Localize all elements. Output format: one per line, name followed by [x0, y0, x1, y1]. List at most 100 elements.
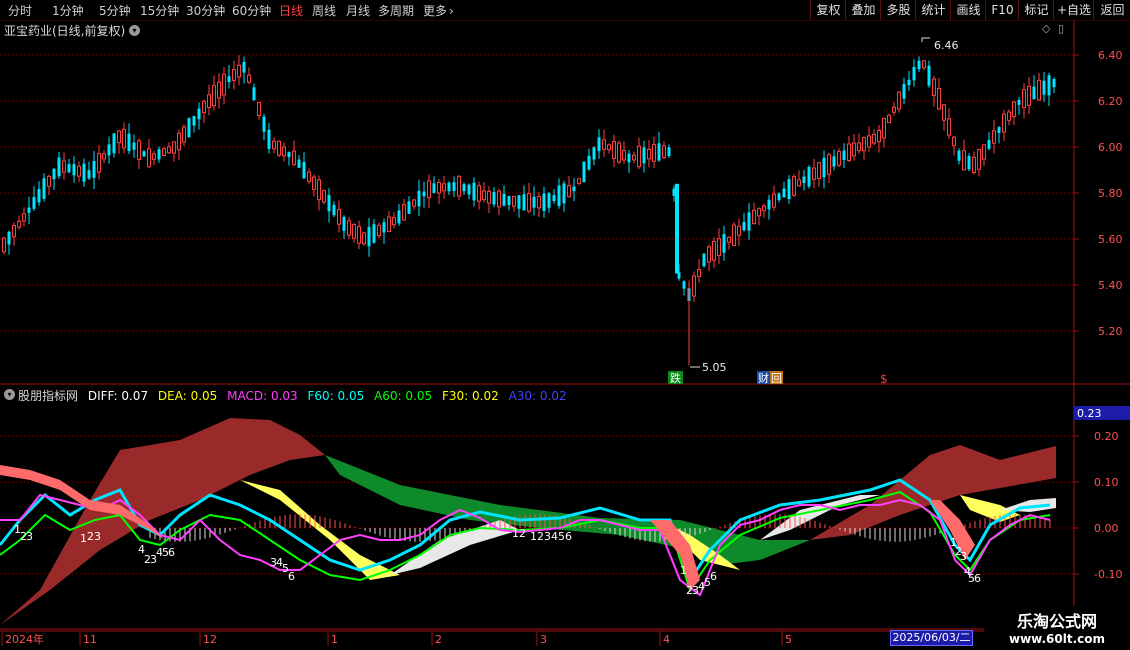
draw-line-button[interactable]: 画线: [950, 0, 986, 20]
candle-body-down: [332, 204, 336, 216]
candle-body-up: [772, 193, 776, 208]
candle-body-down: [452, 182, 456, 191]
candle-body-down: [722, 234, 726, 253]
candle-body-up: [727, 236, 731, 243]
candle-body-up: [377, 224, 381, 236]
period-weekly[interactable]: 周线: [312, 2, 336, 19]
candle-body-up: [622, 150, 626, 161]
candle-body-down: [917, 60, 921, 70]
price-tick-label: 6.40: [1098, 49, 1123, 62]
candle-body-down: [52, 168, 56, 180]
candle-body-up: [752, 209, 756, 225]
candle-body-down: [87, 170, 91, 179]
candle-body-up: [877, 129, 881, 143]
candle-body-down: [72, 164, 76, 176]
candle-body-down: [502, 193, 506, 206]
candle-body-up: [497, 190, 501, 208]
candle-body-down: [127, 133, 131, 152]
candle-body-up: [882, 117, 886, 139]
candle-body-down: [642, 147, 646, 164]
candle-body-up: [77, 165, 81, 177]
period-monthly[interactable]: 月线: [346, 2, 370, 19]
candle-body-up: [697, 269, 701, 278]
candle-body-up: [647, 148, 651, 160]
candle-body-up: [947, 118, 951, 136]
sequence-label: 6: [168, 546, 175, 559]
price-tick-label: 5.80: [1098, 187, 1123, 200]
candle-body-up: [2, 237, 6, 253]
candle-body-up: [337, 209, 341, 225]
time-label: 2024年: [5, 632, 44, 646]
candle-body-up: [1007, 111, 1011, 121]
candle-body-down: [507, 195, 511, 206]
period-more[interactable]: 更多 ›: [423, 2, 454, 19]
f10-button[interactable]: F10: [985, 0, 1019, 20]
candle-body-down: [372, 224, 376, 243]
candle-body-down: [1032, 86, 1036, 100]
period-15min[interactable]: 15分钟: [140, 2, 179, 19]
candle-body-up: [817, 162, 821, 179]
candle-body-down: [447, 182, 451, 192]
candle-body-up: [1022, 89, 1026, 109]
candle-body-up: [347, 220, 351, 236]
candle-body-down: [37, 189, 41, 203]
mark-button[interactable]: 标记: [1018, 0, 1054, 20]
time-label: 11: [83, 633, 97, 646]
candle-body-up: [692, 275, 696, 297]
candle-body-up: [717, 238, 721, 256]
candle-body-up: [827, 154, 831, 175]
event-label-buyback: 回: [771, 372, 782, 385]
multi-stock-button[interactable]: 多股: [880, 0, 916, 20]
site-watermark: 乐淘公式网 www.60lt.com: [984, 606, 1130, 650]
sequence-label: 2: [87, 530, 94, 543]
event-label-drop: 跌: [670, 371, 681, 385]
candle-body-down: [547, 192, 551, 208]
restore-rights-button[interactable]: 复权: [810, 0, 846, 20]
period-60min[interactable]: 60分钟: [232, 2, 271, 19]
sequence-label: 3: [26, 530, 33, 543]
time-label: 4: [663, 633, 670, 646]
candle-body-up: [732, 224, 736, 247]
back-button[interactable]: 返回: [1093, 0, 1130, 20]
candle-body-up: [512, 195, 516, 207]
candle-body-down: [682, 281, 686, 289]
chevron-right-icon: ›: [449, 4, 454, 18]
candle-body-up: [292, 150, 296, 166]
event-label-dividend: $: [880, 372, 888, 385]
candle-body-down: [187, 118, 191, 138]
period-5min[interactable]: 5分钟: [99, 2, 131, 19]
candle-body-down: [472, 182, 476, 201]
candle-body-up: [222, 73, 226, 96]
candle-body-up: [117, 130, 121, 144]
candle-body-down: [82, 163, 86, 182]
candle-body-up: [102, 153, 106, 160]
candle-body-down: [382, 222, 386, 233]
candle-body-up: [862, 136, 866, 152]
candle-body-down: [557, 185, 561, 206]
candle-body-up: [257, 102, 261, 116]
add-watchlist-button[interactable]: +自选: [1053, 0, 1094, 20]
candle-body-up: [122, 128, 126, 149]
candlestick-chart[interactable]: 6.40 6.20 6.00 5.80 5.60 5.40 5.20 6.46 5.05 跌 财回 $: [0, 20, 1130, 385]
sequence-label: 6: [974, 572, 981, 585]
period-30min[interactable]: 30分钟: [186, 2, 225, 19]
candle-body-up: [762, 205, 766, 212]
indicator-chart[interactable]: 0.200.100.00-0.100.2312 3 1 2 342 34 5 63 4 5612 1…: [0, 385, 1130, 630]
indicator-tick-label: 0.20: [1094, 430, 1119, 443]
candle-body-up: [812, 167, 816, 180]
candle-body-up: [62, 160, 66, 173]
statistics-button[interactable]: 统计: [915, 0, 951, 20]
low-price-label: 5.05: [702, 361, 727, 374]
period-daily[interactable]: 日线: [279, 2, 303, 19]
candle-body-down: [492, 191, 496, 205]
candle-body-up: [857, 142, 861, 152]
period-intraday[interactable]: 分时: [8, 2, 32, 19]
candle-body-up: [892, 106, 896, 113]
candle-body-down: [822, 157, 826, 178]
period-1min[interactable]: 1分钟: [52, 2, 84, 19]
overlay-button[interactable]: 叠加: [845, 0, 881, 20]
period-multi[interactable]: 多周期: [378, 2, 414, 19]
candle-body-up: [937, 88, 941, 110]
candle-body-up: [147, 148, 151, 168]
price-tick-label: 5.40: [1098, 279, 1123, 292]
